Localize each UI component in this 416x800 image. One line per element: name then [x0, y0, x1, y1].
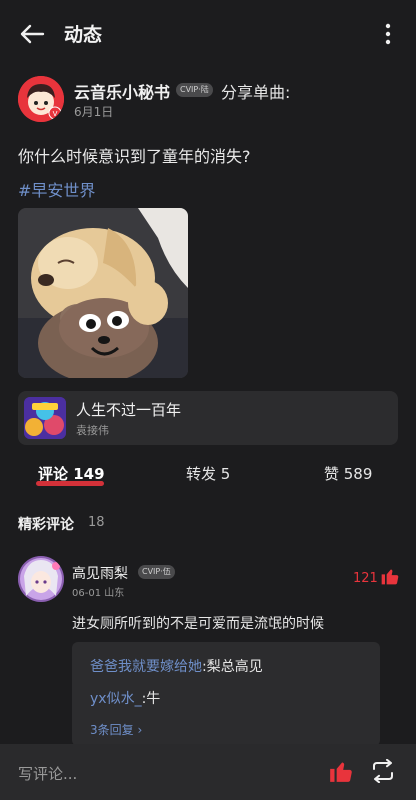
- more-button[interactable]: [372, 17, 404, 51]
- reply-user[interactable]: 爸爸我就要嫁给她: [90, 659, 202, 675]
- song-artist: 袁接伟: [76, 424, 109, 437]
- post-author-name[interactable]: 云音乐小秘书: [74, 79, 170, 103]
- reply-item: 爸爸我就要嫁给她:梨总高见: [90, 656, 263, 676]
- repost-button[interactable]: [370, 758, 396, 784]
- repost-icon: [373, 758, 393, 784]
- more-replies-link[interactable]: 3条回复 ›: [90, 721, 142, 738]
- tab-likes[interactable]: 赞 589: [324, 463, 372, 484]
- thumbs-up-icon: [381, 569, 399, 585]
- like-button[interactable]: [328, 758, 354, 784]
- svg-text:V: V: [53, 110, 58, 118]
- comment-vip-badge: CVIP·伍: [138, 565, 175, 579]
- vip-badge: CVIP·陆: [176, 83, 213, 97]
- comment-user-name[interactable]: 高见雨梨: [72, 563, 128, 583]
- tab-comments[interactable]: 评论 149: [38, 463, 105, 484]
- comment-meta: 06-01 山东: [72, 588, 125, 599]
- post-action-label: 分享单曲:: [221, 83, 291, 102]
- post-text: 你什么时候意识到了童年的消失?: [18, 147, 251, 166]
- tab-reposts[interactable]: 转发 5: [186, 463, 230, 484]
- page-title: 动态: [64, 24, 103, 46]
- song-title: 人生不过一百年: [76, 401, 182, 419]
- comment-user-avatar[interactable]: [18, 556, 64, 602]
- post-hashtag[interactable]: #早安世界: [18, 177, 95, 201]
- section-count: 18: [88, 515, 105, 530]
- more-vertical-icon: [385, 23, 391, 45]
- top-bar: 动态: [0, 0, 416, 66]
- comment-text: 进女厕所听到的不是可爱而是流氓的时候: [72, 616, 324, 632]
- back-arrow-icon: [20, 24, 45, 44]
- reply-text: :牛: [141, 691, 161, 707]
- comment-input[interactable]: 写评论...: [18, 763, 77, 784]
- section-title: 精彩评论: [18, 517, 74, 533]
- bottom-bar: 写评论...: [0, 744, 416, 800]
- comment-like-button[interactable]: [380, 566, 400, 586]
- song-cover: [24, 397, 66, 439]
- shared-song-card[interactable]: 人生不过一百年 袁接伟: [18, 391, 398, 445]
- post-date: 6月1日: [74, 105, 114, 119]
- back-button[interactable]: [12, 17, 52, 51]
- comment-like-count: 121: [353, 571, 378, 586]
- post-author-avatar[interactable]: V: [18, 76, 64, 122]
- reply-preview[interactable]: 爸爸我就要嫁给她:梨总高见 yx似水_:牛 3条回复 ›: [72, 642, 380, 746]
- thumbs-up-icon: [330, 762, 352, 782]
- reply-item: yx似水_:牛: [90, 688, 160, 708]
- post-image[interactable]: [18, 208, 188, 378]
- reply-user[interactable]: yx似水_: [90, 691, 142, 707]
- reply-text: :梨总高见: [202, 659, 263, 675]
